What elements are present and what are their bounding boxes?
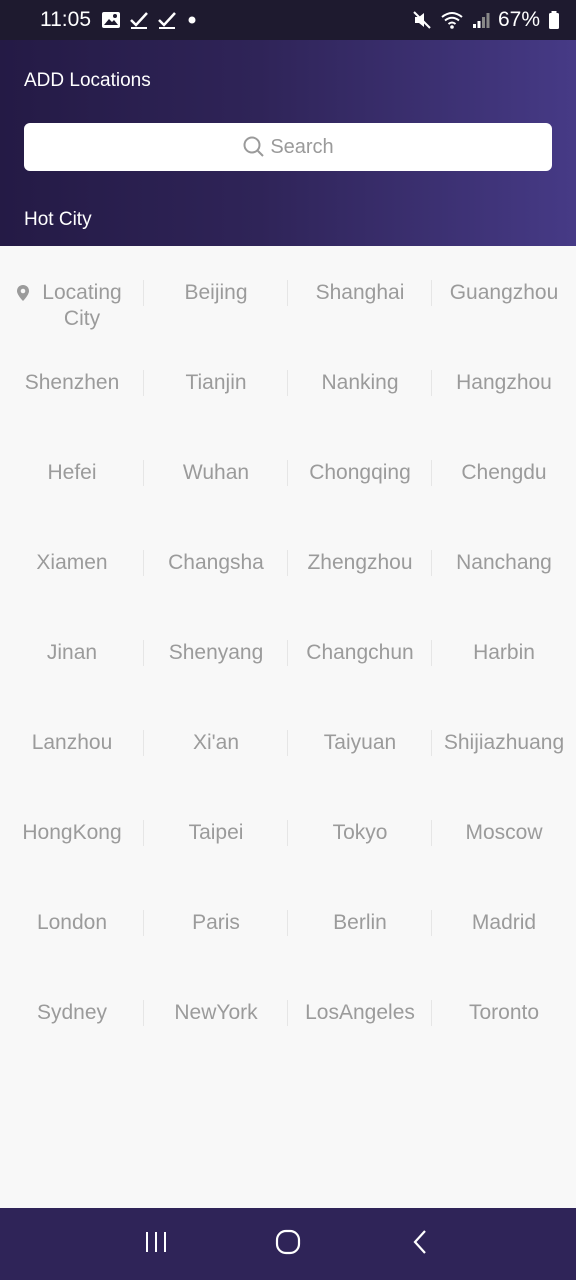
city-item[interactable]: Xiamen — [0, 540, 144, 630]
city-item[interactable]: Wuhan — [144, 450, 288, 540]
city-item[interactable]: Changchun — [288, 630, 432, 720]
city-item[interactable]: NewYork — [144, 990, 288, 1080]
city-item[interactable]: Shanghai — [288, 270, 432, 360]
city-item[interactable]: Hangzhou — [432, 360, 576, 450]
battery-percent: 67% — [497, 8, 540, 31]
system-nav-bar — [0, 1208, 576, 1280]
city-item[interactable]: Paris — [144, 900, 288, 990]
city-item[interactable]: Madrid — [432, 900, 576, 990]
city-item[interactable]: Shijiazhuang — [432, 720, 576, 810]
city-item[interactable]: Sydney — [0, 990, 144, 1080]
city-item[interactable]: Beijing — [144, 270, 288, 360]
city-item[interactable]: Berlin — [288, 900, 432, 990]
recent-apps-icon — [143, 1230, 169, 1259]
city-item[interactable]: HongKong — [0, 810, 144, 900]
status-notification-icons — [101, 10, 199, 30]
mute-icon — [412, 10, 432, 30]
back-icon — [410, 1228, 430, 1261]
city-grid: Locating City Beijing Shanghai Guangzhou… — [0, 270, 576, 1080]
back-button[interactable] — [395, 1219, 445, 1269]
city-item[interactable]: Zhengzhou — [288, 540, 432, 630]
status-system-icons: 67% — [412, 8, 560, 32]
city-item[interactable]: LosAngeles — [288, 990, 432, 1080]
recent-apps-button[interactable] — [131, 1219, 181, 1269]
home-icon — [274, 1228, 302, 1261]
header: ADD Locations Search Hot City — [0, 40, 576, 246]
city-item[interactable]: Hefei — [0, 450, 144, 540]
section-title-hot-city: Hot City — [24, 209, 92, 230]
city-item[interactable]: Taiyuan — [288, 720, 432, 810]
city-item[interactable]: Chengdu — [432, 450, 576, 540]
city-item-locating[interactable]: Locating City — [0, 270, 144, 360]
city-item[interactable]: Shenzhen — [0, 360, 144, 450]
check-icon — [157, 10, 177, 30]
city-item[interactable]: Chongqing — [288, 450, 432, 540]
search-input[interactable]: Search — [24, 123, 552, 171]
status-bar: 11:05 67% — [0, 0, 576, 40]
search-icon — [242, 135, 266, 159]
check-icon — [129, 10, 149, 30]
map-pin-icon — [16, 284, 30, 302]
city-item[interactable]: Nanking — [288, 360, 432, 450]
city-item[interactable]: Shenyang — [144, 630, 288, 720]
city-item[interactable]: Moscow — [432, 810, 576, 900]
city-item[interactable]: Taipei — [144, 810, 288, 900]
city-item[interactable]: Harbin — [432, 630, 576, 720]
city-item[interactable]: Xi'an — [144, 720, 288, 810]
city-item[interactable]: Guangzhou — [432, 270, 576, 360]
signal-icon — [472, 11, 490, 29]
city-label: Locating City — [42, 281, 122, 330]
city-item[interactable]: Lanzhou — [0, 720, 144, 810]
home-button[interactable] — [263, 1219, 313, 1269]
search-placeholder: Search — [270, 135, 334, 158]
city-item[interactable]: London — [0, 900, 144, 990]
city-item[interactable]: Changsha — [144, 540, 288, 630]
city-item[interactable]: Toronto — [432, 990, 576, 1080]
city-item[interactable]: Tianjin — [144, 360, 288, 450]
status-time: 11:05 — [40, 8, 91, 31]
city-item[interactable]: Jinan — [0, 630, 144, 720]
gallery-icon — [101, 10, 121, 30]
page-title: ADD Locations — [24, 70, 151, 91]
wifi-icon — [440, 10, 464, 30]
city-item[interactable]: Nanchang — [432, 540, 576, 630]
battery-icon — [548, 10, 560, 30]
dot-icon — [185, 13, 199, 27]
city-item[interactable]: Tokyo — [288, 810, 432, 900]
